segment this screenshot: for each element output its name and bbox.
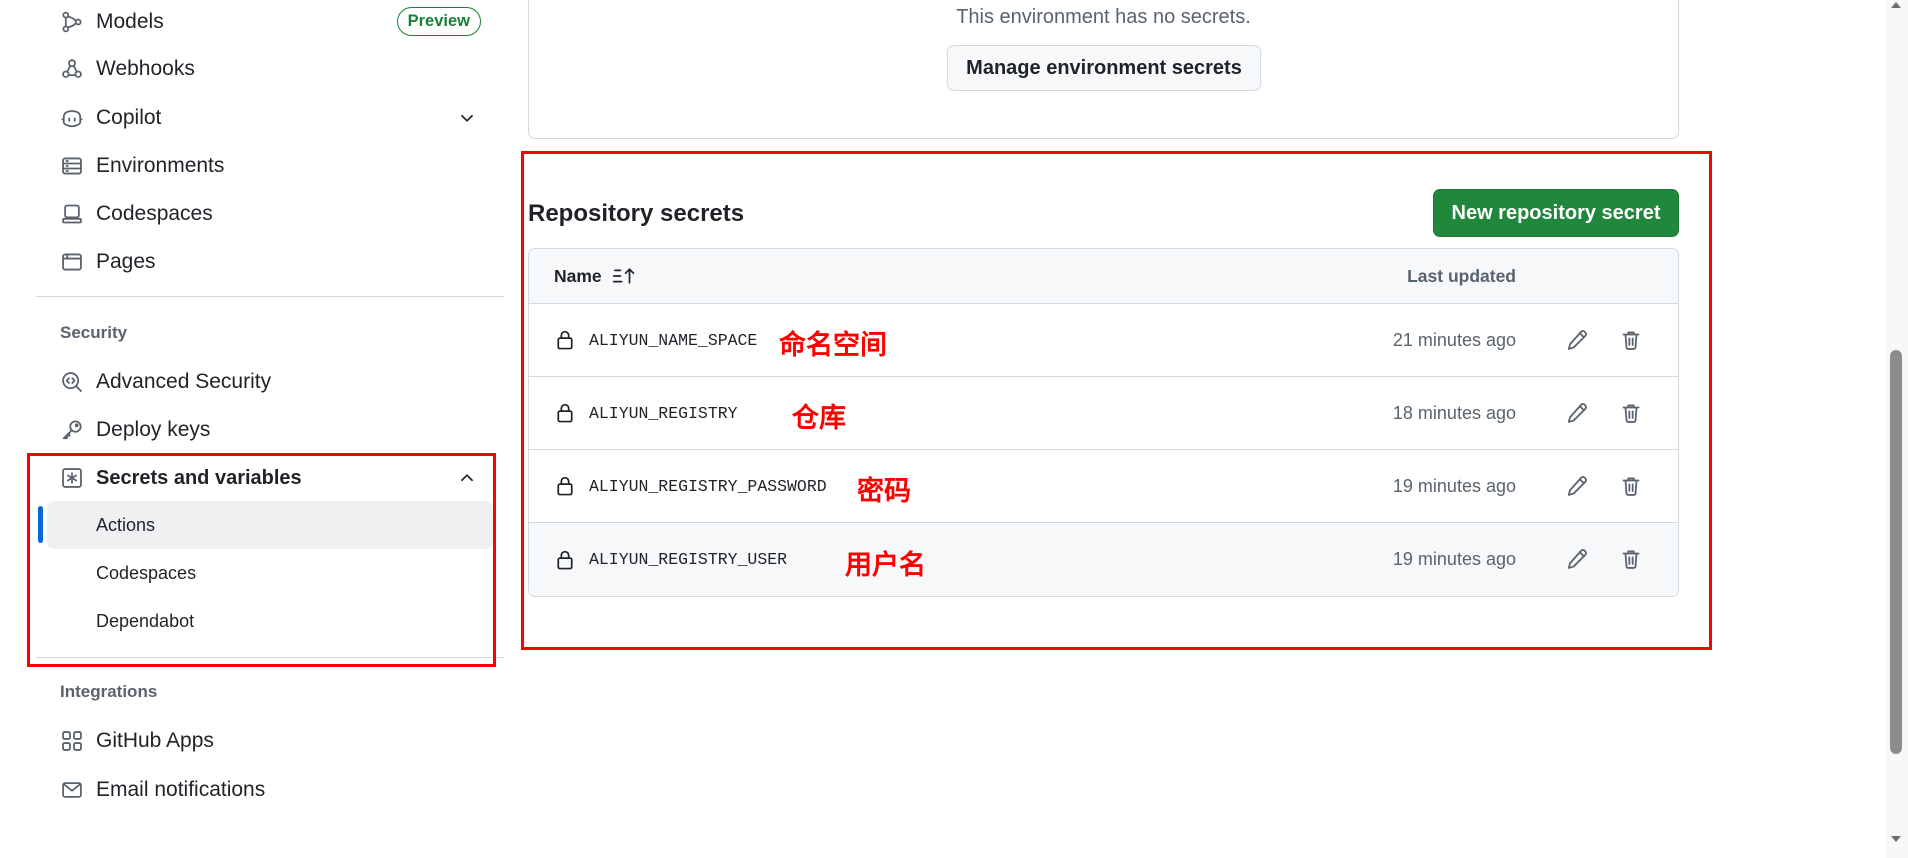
- table-row: ALIYUN_REGISTRY_PASSWORD 密码 19 minutes a…: [529, 450, 1678, 523]
- sidebar-subitem-codespaces[interactable]: Codespaces: [47, 549, 493, 597]
- annotation-label: 仓库: [792, 402, 846, 434]
- codescan-icon: [61, 371, 83, 393]
- chevron-up-icon[interactable]: [458, 469, 476, 487]
- sidebar-item-label: Email notifications: [96, 778, 266, 801]
- last-updated-text: 19 minutes ago: [1392, 475, 1516, 496]
- annotation-label: 密码: [857, 475, 911, 507]
- lock-icon: [555, 329, 575, 351]
- table-row: ALIYUN_NAME_SPACE 命名空间 21 minutes ago: [529, 304, 1678, 377]
- sidebar-item-deploy-keys[interactable]: Deploy keys: [47, 406, 493, 454]
- server-icon: [61, 155, 83, 177]
- pencil-icon[interactable]: [1559, 322, 1595, 358]
- preview-badge: Preview: [396, 7, 481, 36]
- table-header: Name Last updated: [529, 249, 1678, 304]
- sidebar-item-copilot[interactable]: Copilot: [47, 94, 493, 142]
- pencil-icon[interactable]: [1559, 468, 1595, 504]
- last-updated-text: 18 minutes ago: [1392, 402, 1516, 423]
- webhook-icon: [61, 58, 83, 80]
- pencil-icon[interactable]: [1559, 395, 1595, 431]
- sidebar-item-environments[interactable]: Environments: [47, 142, 493, 190]
- empty-state-text: This environment has no secrets.: [956, 6, 1251, 28]
- sidebar-item-advanced-security[interactable]: Advanced Security: [47, 358, 493, 406]
- sidebar-item-label: Webhooks: [96, 57, 195, 80]
- trash-icon[interactable]: [1613, 395, 1649, 431]
- sidebar-item-email-notifications[interactable]: Email notifications: [47, 766, 493, 814]
- secret-name: ALIYUN_NAME_SPACE: [589, 330, 758, 350]
- sidebar-divider: [36, 296, 504, 297]
- pencil-icon[interactable]: [1559, 541, 1595, 577]
- sidebar-divider: [36, 657, 504, 658]
- sidebar-item-label: GitHub Apps: [96, 729, 214, 752]
- trash-icon[interactable]: [1613, 541, 1649, 577]
- sidebar-item-label: Environments: [96, 154, 225, 177]
- chevron-down-icon[interactable]: [458, 109, 476, 127]
- copilot-icon: [61, 107, 83, 129]
- last-updated-text: 21 minutes ago: [1392, 329, 1516, 350]
- sidebar-item-label: Copilot: [96, 106, 162, 129]
- sidebar-subitem-label: Dependabot: [96, 610, 195, 631]
- sidebar-item-models[interactable]: Models Preview: [47, 0, 493, 46]
- annotation-label: 命名空间: [779, 329, 887, 361]
- trash-icon[interactable]: [1613, 322, 1649, 358]
- scrollbar-thumb[interactable]: [1890, 350, 1902, 754]
- sidebar-subitem-label: Actions: [96, 514, 156, 535]
- secret-name: ALIYUN_REGISTRY_PASSWORD: [589, 476, 827, 496]
- secret-name: ALIYUN_REGISTRY: [589, 403, 738, 423]
- browser-icon: [61, 251, 83, 273]
- models-icon: [61, 11, 83, 33]
- mail-icon: [61, 779, 83, 801]
- selected-indicator: [38, 506, 43, 543]
- table-row: ALIYUN_REGISTRY 仓库 18 minutes ago: [529, 377, 1678, 450]
- last-updated-text: 19 minutes ago: [1392, 549, 1516, 569]
- apps-icon: [61, 730, 83, 752]
- sidebar-item-github-apps[interactable]: GitHub Apps: [47, 717, 493, 765]
- lock-icon: [555, 402, 575, 424]
- table-row: ALIYUN_REGISTRY_USER 用户名 19 minutes ago: [529, 523, 1678, 596]
- scroll-up-arrow-icon[interactable]: [1891, 2, 1901, 8]
- lock-icon: [555, 549, 575, 571]
- sort-asc-icon[interactable]: [612, 267, 638, 285]
- sidebar-item-pages[interactable]: Pages: [47, 238, 493, 286]
- sidebar-item-label: Deploy keys: [96, 418, 211, 441]
- column-header-last-updated: Last updated: [1407, 265, 1516, 286]
- key-asterisk-icon: [61, 467, 83, 489]
- sidebar-item-label: Secrets and variables: [96, 466, 302, 489]
- sidebar-subitem-dependabot[interactable]: Dependabot: [47, 597, 493, 645]
- sidebar-item-label: Pages: [96, 250, 156, 273]
- repository-secrets-table: Name Last updated ALIYUN_NAME_SPACE 命名空间…: [528, 248, 1679, 597]
- sidebar-subitem-actions[interactable]: Actions: [47, 501, 493, 549]
- manage-environment-secrets-button[interactable]: Manage environment secrets: [947, 45, 1261, 91]
- lock-icon: [555, 475, 575, 497]
- sidebar-item-webhooks[interactable]: Webhooks: [47, 45, 493, 93]
- annotation-label: 用户名: [845, 549, 926, 581]
- sidebar-item-label: Models: [96, 10, 164, 33]
- column-header-name[interactable]: Name: [554, 266, 602, 287]
- secret-name: ALIYUN_REGISTRY_USER: [589, 550, 788, 569]
- trash-icon[interactable]: [1613, 468, 1649, 504]
- repository-secrets-title: Repository secrets: [528, 200, 745, 227]
- new-repository-secret-button[interactable]: New repository secret: [1433, 189, 1679, 237]
- sidebar-item-secrets-and-variables[interactable]: Secrets and variables: [47, 454, 493, 502]
- integrations-heading: Integrations: [60, 682, 158, 701]
- sidebar-item-codespaces[interactable]: Codespaces: [47, 190, 493, 238]
- sidebar-item-label: Advanced Security: [96, 370, 272, 393]
- scroll-down-arrow-icon[interactable]: [1891, 836, 1901, 842]
- sidebar-subitem-label: Codespaces: [96, 562, 197, 583]
- security-heading: Security: [60, 323, 128, 342]
- codespaces-icon: [61, 203, 83, 225]
- key-icon: [61, 419, 83, 441]
- sidebar-item-label: Codespaces: [96, 202, 213, 225]
